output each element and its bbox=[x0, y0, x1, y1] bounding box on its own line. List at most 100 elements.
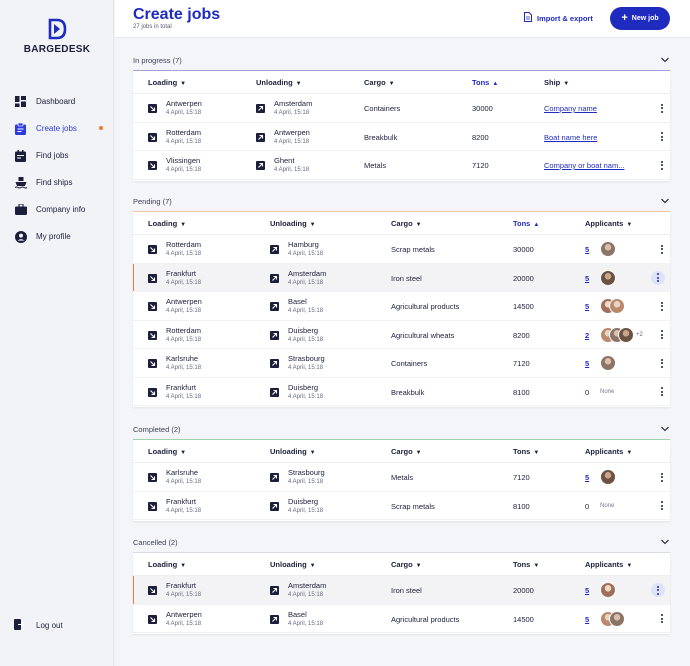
column-header[interactable]: Unloading ▼ bbox=[270, 447, 316, 456]
avatar[interactable] bbox=[609, 610, 625, 627]
chevron-down-icon[interactable] bbox=[660, 424, 670, 434]
table-row[interactable]: Antwerpen 4 April, 15:18 Basel 4 April, 15:… bbox=[133, 292, 670, 321]
applicant-count[interactable]: 5 bbox=[585, 245, 589, 254]
column-header[interactable]: Ship ▼ bbox=[544, 78, 569, 87]
column-header[interactable]: Loading ▼ bbox=[148, 560, 186, 569]
chevron-down-icon[interactable] bbox=[660, 55, 670, 65]
column-header[interactable]: Cargo ▼ bbox=[391, 560, 422, 569]
applicant-count[interactable]: 2 bbox=[585, 331, 589, 340]
column-header[interactable]: Loading ▼ bbox=[148, 219, 186, 228]
clipboard-icon bbox=[14, 122, 27, 135]
column-header[interactable]: Tons ▼ bbox=[513, 560, 539, 569]
section-header[interactable]: Completed (2) bbox=[133, 422, 670, 436]
column-header[interactable]: Cargo ▼ bbox=[391, 219, 422, 228]
column-header[interactable]: Applicants ▼ bbox=[585, 560, 632, 569]
applicant-count[interactable]: 5 bbox=[585, 302, 589, 311]
table-row[interactable]: Vlissingen 4 April, 15:18 Ghent 4 April, 15… bbox=[133, 151, 670, 180]
sort-down-icon: ▼ bbox=[533, 563, 540, 569]
column-header[interactable]: Unloading ▼ bbox=[270, 560, 316, 569]
table-row[interactable]: Frankfurt 4 April, 15:18 Amsterdam 4 April,… bbox=[133, 263, 670, 292]
more-options-icon[interactable] bbox=[657, 243, 667, 255]
chevron-down-icon[interactable] bbox=[660, 196, 670, 206]
section-header[interactable]: In progress (7) bbox=[133, 53, 670, 67]
avatar[interactable] bbox=[618, 326, 634, 343]
table-row[interactable]: Karlsruhe 4 April, 15:18 Strasbourg 4 April… bbox=[133, 349, 670, 378]
table-row[interactable]: Rotterdam 4 April, 15:18 Duisberg 4 April, … bbox=[133, 321, 670, 349]
table-row[interactable]: Frankfurt 4 April, 15:18 Amsterdam 4 April,… bbox=[133, 576, 670, 605]
table-row[interactable]: Karlsruhe 4 April, 15:18 Strasbourg 4 April… bbox=[133, 463, 670, 492]
logout-button[interactable]: Log out bbox=[14, 619, 63, 632]
applicant-count[interactable]: 5 bbox=[585, 586, 589, 595]
unloading-arrow-icon bbox=[270, 330, 279, 340]
column-header[interactable]: Unloading ▼ bbox=[270, 219, 316, 228]
sort-down-icon: ▼ bbox=[309, 563, 316, 569]
more-options-icon[interactable] bbox=[651, 583, 665, 597]
column-header[interactable]: Cargo ▼ bbox=[391, 447, 422, 456]
table-row[interactable]: Rotterdam 4 April, 15:18 Antwerpen 4 April,… bbox=[133, 123, 670, 151]
sidebar-item-find-ships[interactable]: Find ships bbox=[0, 169, 114, 196]
more-options-icon[interactable] bbox=[657, 102, 667, 114]
sidebar-item-company-info[interactable]: Company info bbox=[0, 196, 114, 223]
unloading-date: 4 April, 15:18 bbox=[288, 507, 324, 514]
column-header[interactable]: Tons ▲ bbox=[513, 219, 539, 228]
sidebar-item-dashboard[interactable]: Dashboard bbox=[0, 88, 114, 115]
sidebar-item-find-jobs[interactable]: Find jobs bbox=[0, 142, 114, 169]
unloading-arrow-icon bbox=[270, 387, 279, 397]
tons-cell: 7120 bbox=[513, 359, 530, 368]
column-header[interactable]: Tons ▼ bbox=[513, 447, 539, 456]
more-applicants[interactable]: +2 bbox=[636, 327, 643, 343]
applicant-count[interactable]: 5 bbox=[585, 615, 589, 624]
column-header-label: Loading bbox=[148, 447, 178, 456]
column-header[interactable]: Applicants ▼ bbox=[585, 447, 632, 456]
section-header[interactable]: Pending (7) bbox=[133, 194, 670, 208]
column-header[interactable]: Unloading ▼ bbox=[256, 78, 302, 87]
applicant-count[interactable]: 5 bbox=[585, 473, 589, 482]
column-header-label: Unloading bbox=[256, 78, 293, 87]
sort-down-icon: ▼ bbox=[626, 222, 633, 228]
main-content: Create jobs 27 jobs in total Import & ex… bbox=[115, 0, 690, 666]
brand-logo[interactable]: BARGEDESK bbox=[0, 18, 114, 55]
table-row[interactable]: Frankfurt 4 April, 15:18 Duisberg 4 April, … bbox=[133, 378, 670, 406]
applicant-count[interactable]: 5 bbox=[585, 359, 589, 368]
column-header[interactable]: Loading ▼ bbox=[148, 447, 186, 456]
avatar[interactable] bbox=[600, 582, 616, 598]
column-header-label: Applicants bbox=[585, 560, 624, 569]
column-header[interactable]: Loading ▼ bbox=[148, 78, 186, 87]
table-row[interactable]: Rotterdam 4 April, 15:18 Hamburg 4 April, 1… bbox=[133, 235, 670, 264]
more-options-icon[interactable] bbox=[657, 131, 667, 143]
avatar[interactable] bbox=[609, 298, 625, 314]
more-options-icon[interactable] bbox=[657, 386, 667, 398]
table-row[interactable]: Frankfurt 4 April, 15:18 Duisberg 4 April, … bbox=[133, 492, 670, 520]
more-options-icon[interactable] bbox=[657, 159, 667, 171]
chevron-down-icon[interactable] bbox=[660, 537, 670, 547]
ship-link[interactable]: Company or boat nam... bbox=[544, 161, 624, 170]
table-row[interactable]: Antwerpen 4 April, 15:18 Basel 4 April, 15:… bbox=[133, 605, 670, 633]
more-options-icon[interactable] bbox=[657, 300, 667, 312]
applicant-count[interactable]: 5 bbox=[585, 274, 589, 283]
column-header[interactable]: Tons ▲ bbox=[472, 78, 498, 87]
section-header[interactable]: Cancelled (2) bbox=[133, 535, 670, 549]
import-export-button[interactable]: Import & export bbox=[524, 12, 593, 24]
ship-link[interactable]: Boat name here bbox=[544, 133, 597, 142]
more-options-icon[interactable] bbox=[657, 471, 667, 483]
avatar[interactable] bbox=[600, 269, 616, 286]
avatar[interactable] bbox=[600, 355, 616, 371]
more-options-icon[interactable] bbox=[657, 500, 667, 512]
avatar[interactable] bbox=[600, 469, 616, 485]
unloading-arrow-icon bbox=[256, 104, 265, 113]
column-header[interactable]: Applicants ▼ bbox=[585, 219, 632, 228]
more-options-icon[interactable] bbox=[657, 357, 667, 369]
sidebar-item-my-profile[interactable]: My profile bbox=[0, 223, 114, 250]
jobs-table: Loading ▼ Unloading ▼ Cargo ▼ Tons ▲ Ship ▼ Antwer… bbox=[133, 70, 670, 181]
ship-link[interactable]: Company name bbox=[544, 104, 597, 113]
table-row[interactable]: Antwerpen 4 April, 15:18 Amsterdam 4 April,… bbox=[133, 94, 670, 123]
sidebar-item-create-jobs[interactable]: Create jobs bbox=[0, 115, 114, 142]
loading-arrow-icon bbox=[148, 245, 157, 254]
more-options-icon[interactable] bbox=[651, 270, 665, 285]
more-options-icon[interactable] bbox=[657, 329, 667, 341]
new-job-button[interactable]: + New job bbox=[610, 7, 670, 30]
avatar[interactable] bbox=[600, 241, 616, 257]
sort-down-icon: ▼ bbox=[388, 81, 395, 87]
column-header[interactable]: Cargo ▼ bbox=[364, 78, 395, 87]
more-options-icon[interactable] bbox=[657, 613, 667, 625]
